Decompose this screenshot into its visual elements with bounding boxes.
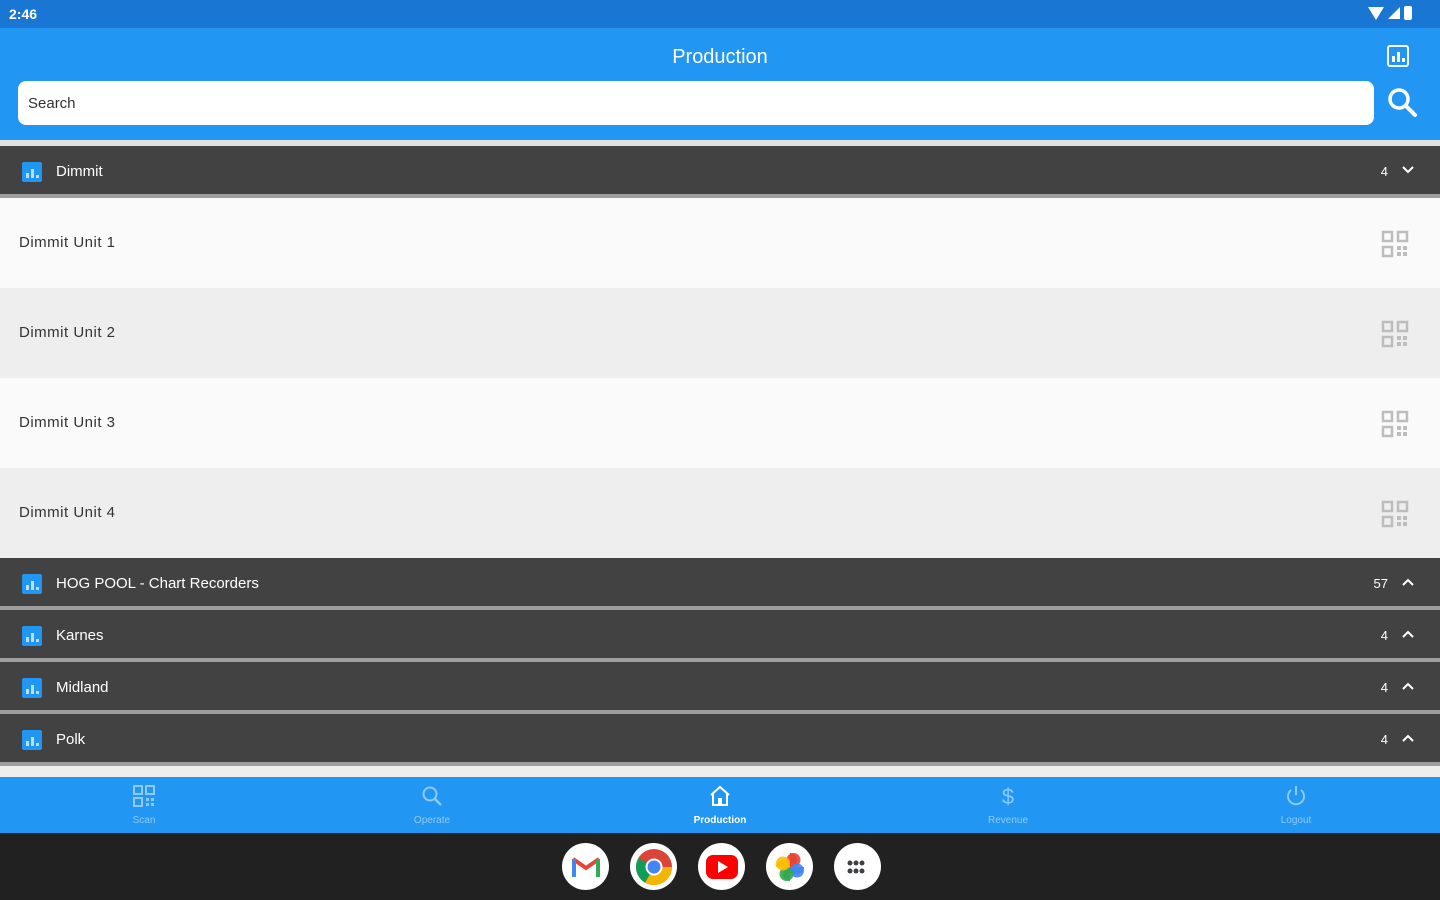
nav-revenue[interactable]: $ Revenue bbox=[864, 777, 1152, 833]
svg-text:$: $ bbox=[1002, 784, 1014, 808]
unit-name: Dimmit Unit 1 bbox=[19, 234, 116, 251]
signal-icon bbox=[1388, 7, 1400, 19]
chevron-up-icon[interactable] bbox=[1402, 680, 1414, 692]
nav-scan[interactable]: Scan bbox=[0, 777, 288, 833]
chevron-up-icon[interactable] bbox=[1402, 628, 1414, 640]
group-name: Karnes bbox=[56, 627, 104, 644]
youtube-icon[interactable] bbox=[698, 843, 745, 890]
group-header-dimmit[interactable]: Dimmit 4 bbox=[0, 146, 1440, 198]
bar-chart-icon bbox=[22, 574, 42, 594]
list-item[interactable]: Dimmit Unit 2 bbox=[0, 288, 1440, 378]
qr-code-icon[interactable] bbox=[1381, 500, 1409, 528]
app-bar: Production bbox=[0, 28, 1440, 146]
chart-icon[interactable] bbox=[1387, 45, 1409, 67]
chevron-up-icon[interactable] bbox=[1402, 732, 1414, 744]
group-count: 4 bbox=[1380, 680, 1388, 695]
bar-chart-icon bbox=[22, 730, 42, 750]
chrome-icon[interactable] bbox=[630, 843, 677, 890]
unit-name: Dimmit Unit 2 bbox=[19, 324, 116, 341]
nav-logout[interactable]: Logout bbox=[1152, 777, 1440, 833]
gmail-icon[interactable] bbox=[562, 843, 609, 890]
bar-chart-icon bbox=[22, 162, 42, 182]
unit-name: Dimmit Unit 3 bbox=[19, 414, 116, 431]
status-time: 2:46 bbox=[9, 6, 38, 22]
dollar-icon: $ bbox=[1002, 784, 1014, 808]
nav-label: Operate bbox=[413, 815, 451, 826]
group-count: 57 bbox=[1373, 576, 1388, 591]
bar-chart-icon bbox=[22, 678, 42, 698]
wifi-icon bbox=[1368, 6, 1384, 20]
list-item[interactable]: Dimmit Unit 1 bbox=[0, 198, 1440, 288]
list-item[interactable]: Dimmit Unit 3 bbox=[0, 378, 1440, 468]
group-name: HOG POOL - Chart Recorders bbox=[56, 575, 259, 592]
group-name: Midland bbox=[56, 679, 109, 696]
group-header-polk[interactable]: Polk 4 bbox=[0, 714, 1440, 766]
nav-label: Scan bbox=[132, 815, 156, 826]
bottom-nav: Scan Operate Production $ Revenue Logout bbox=[0, 777, 1440, 833]
group-count: 4 bbox=[1380, 628, 1388, 643]
list-item[interactable]: Dimmit Unit 4 bbox=[0, 468, 1440, 558]
search-input[interactable] bbox=[18, 81, 1374, 125]
home-icon bbox=[710, 785, 730, 806]
bar-chart-icon bbox=[22, 626, 42, 646]
qr-code-icon[interactable] bbox=[1381, 320, 1409, 348]
qr-code-icon[interactable] bbox=[1381, 410, 1409, 438]
nav-label: Revenue bbox=[987, 815, 1029, 826]
status-bar: 2:46 bbox=[0, 0, 1440, 28]
nav-operate[interactable]: Operate bbox=[288, 777, 576, 833]
page-title: Production bbox=[672, 46, 768, 68]
group-header-hog-pool[interactable]: HOG POOL - Chart Recorders 57 bbox=[0, 558, 1440, 610]
production-list: Dimmit 4 Dimmit Unit 1 Dimmit Unit 2 Dim… bbox=[0, 146, 1440, 777]
group-header-midland[interactable]: Midland 4 bbox=[0, 662, 1440, 714]
group-count: 4 bbox=[1380, 164, 1388, 179]
search-icon[interactable] bbox=[1386, 86, 1418, 118]
power-icon bbox=[1287, 786, 1305, 806]
app-drawer-icon[interactable] bbox=[834, 843, 881, 890]
system-taskbar bbox=[0, 833, 1440, 900]
qr-code-icon[interactable] bbox=[1381, 230, 1409, 258]
group-header-karnes[interactable]: Karnes 4 bbox=[0, 610, 1440, 662]
search-icon bbox=[422, 786, 442, 806]
battery-icon bbox=[1404, 6, 1412, 20]
unit-name: Dimmit Unit 4 bbox=[19, 504, 116, 521]
group-count: 4 bbox=[1380, 732, 1388, 747]
nav-label: Logout bbox=[1280, 815, 1312, 826]
photos-icon[interactable] bbox=[766, 843, 813, 890]
chevron-up-icon[interactable] bbox=[1402, 576, 1414, 588]
group-name: Dimmit bbox=[56, 163, 103, 180]
nav-label: Production bbox=[693, 815, 747, 826]
nav-production[interactable]: Production bbox=[576, 777, 864, 833]
app-dock bbox=[562, 843, 881, 890]
status-icons bbox=[1368, 6, 1412, 20]
qr-code-icon bbox=[133, 785, 155, 807]
chevron-down-icon[interactable] bbox=[1402, 164, 1414, 176]
group-name: Polk bbox=[56, 731, 86, 748]
